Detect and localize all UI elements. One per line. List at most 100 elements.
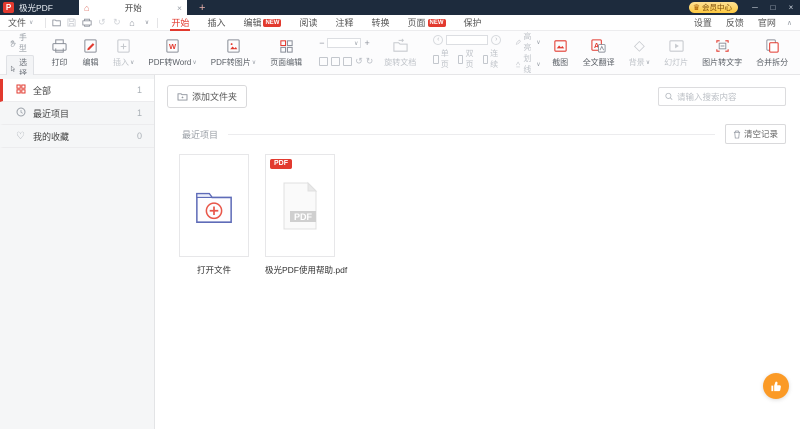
redo-icon[interactable]: ↻ bbox=[110, 17, 123, 28]
screenshot-button[interactable]: 截图 bbox=[545, 31, 576, 74]
pdf-badge: PDF bbox=[270, 159, 292, 169]
fit-width-button[interactable] bbox=[343, 56, 353, 66]
double-page-button[interactable]: 双页 bbox=[457, 48, 477, 70]
sidebar-item-recent[interactable]: 最近项目 1 bbox=[0, 102, 154, 125]
section-title: 最近项目 bbox=[182, 129, 219, 140]
new-badge: NEW bbox=[263, 18, 282, 27]
chevron-down-icon: ∨ bbox=[536, 39, 541, 46]
document-tab[interactable]: ⌂ 开始 × bbox=[79, 0, 188, 15]
hand-tool-button[interactable]: 手型 bbox=[6, 31, 34, 55]
rotate-left-button[interactable]: ↺ bbox=[355, 56, 363, 67]
feedback-link[interactable]: 反馈 bbox=[719, 16, 751, 29]
open-file-card[interactable]: 打开文件 bbox=[179, 154, 249, 276]
single-page-button[interactable]: 单页 bbox=[433, 48, 452, 70]
underline-button[interactable]: 划线 ∨ bbox=[515, 53, 541, 75]
tab-label: 页面 bbox=[407, 18, 426, 28]
crown-icon: ♛ bbox=[692, 3, 700, 12]
tab-annotate[interactable]: 注释 bbox=[326, 15, 362, 31]
highlight-button[interactable]: 高亮 ∨ bbox=[515, 31, 541, 53]
home-page-icon[interactable]: ⌂ bbox=[125, 18, 138, 28]
content-area: 全部 1 最近项目 1 ♡ 我的收藏 0 添加文件夹 请输入搜索内容 最近项目 … bbox=[0, 75, 800, 429]
ribbon-toolbar: 手型 选择 打印 编辑 插入 ∨ W PDF转Word ∨ PDF转图片 ∨ 页面编辑… bbox=[0, 31, 800, 81]
pdf-to-image-button[interactable]: PDF转图片 ∨ bbox=[204, 31, 263, 74]
pdf-to-image-label: PDF转图片 bbox=[210, 57, 251, 67]
undo-icon[interactable]: ↺ bbox=[95, 17, 108, 28]
main-panel: 添加文件夹 最近项目 清空记录 bbox=[155, 75, 800, 429]
next-page-button[interactable]: › bbox=[491, 34, 502, 45]
diamond-icon: ◇ bbox=[634, 37, 645, 53]
chevron-down-icon: ∨ bbox=[354, 40, 359, 47]
fit-page-button[interactable] bbox=[331, 56, 341, 66]
new-tab-button[interactable]: + bbox=[199, 2, 205, 14]
tab-page[interactable]: 页面 NEW bbox=[399, 15, 455, 31]
rotate-right-button[interactable]: ↻ bbox=[366, 56, 374, 67]
tab-insert[interactable]: 插入 bbox=[198, 15, 234, 31]
collapse-ribbon-icon[interactable]: ∧ bbox=[783, 19, 800, 27]
clear-records-label: 清空记录 bbox=[743, 129, 778, 139]
chevron-down-icon: ∨ bbox=[130, 59, 135, 66]
add-folder-button[interactable]: 添加文件夹 bbox=[167, 85, 248, 108]
minimize-button[interactable]: ─ bbox=[746, 3, 764, 12]
save-icon[interactable] bbox=[65, 17, 78, 28]
open-file-icon[interactable] bbox=[50, 18, 63, 28]
tab-edit[interactable]: 编辑 NEW bbox=[234, 15, 290, 31]
actual-size-button[interactable] bbox=[319, 56, 329, 66]
zoom-out-button[interactable]: − bbox=[319, 38, 324, 48]
underline-icon bbox=[516, 61, 521, 67]
previous-page-button[interactable]: ‹ bbox=[433, 34, 444, 45]
recent-file-card[interactable]: PDF PDF 极光PDF使用帮助.pdf bbox=[265, 154, 347, 276]
page-edit-label: 页面编辑 bbox=[270, 57, 303, 67]
edit-button[interactable]: 编辑 bbox=[75, 31, 106, 74]
page-number-input[interactable] bbox=[446, 34, 489, 45]
search-input[interactable] bbox=[677, 91, 779, 102]
settings-link[interactable]: 设置 bbox=[687, 16, 719, 29]
continuous-button[interactable]: 连续 bbox=[482, 48, 502, 70]
insert-button[interactable]: 插入 ∨ bbox=[106, 31, 141, 74]
pdf-to-word-button[interactable]: W PDF转Word ∨ bbox=[141, 31, 203, 74]
search-box[interactable] bbox=[658, 87, 786, 106]
single-page-label: 单页 bbox=[440, 49, 449, 70]
tab-convert[interactable]: 转换 bbox=[363, 15, 399, 31]
file-menu-label: 文件 bbox=[8, 18, 27, 28]
sidebar: 全部 1 最近项目 1 ♡ 我的收藏 0 bbox=[0, 75, 155, 429]
maximize-button[interactable]: □ bbox=[764, 3, 782, 12]
ribbon-tabs: 开始 插入 编辑 NEW 阅读 注释 转换 页面 NEW 保护 bbox=[162, 15, 490, 31]
print-icon[interactable] bbox=[80, 18, 93, 28]
tab-protect[interactable]: 保护 bbox=[455, 15, 491, 31]
folder-plus-icon bbox=[177, 93, 188, 101]
page-nav-group: ‹ › 单页 双页 连续 bbox=[429, 31, 505, 74]
tab-read[interactable]: 阅读 bbox=[290, 15, 326, 31]
website-link[interactable]: 官网 bbox=[751, 16, 783, 29]
sidebar-item-favorites[interactable]: ♡ 我的收藏 0 bbox=[0, 125, 154, 148]
translate-button[interactable]: A 全文翻译 bbox=[576, 31, 622, 74]
background-label: 背景 bbox=[628, 58, 645, 67]
clear-records-button[interactable]: 清空记录 bbox=[724, 124, 786, 144]
sidebar-item-count: 0 bbox=[136, 131, 142, 141]
menubar: 文件 ∨ ↺ ↻ ⌂ ∨ 开始 插入 编辑 NEW 阅读 注释 转换 页面 NE… bbox=[0, 15, 800, 31]
merge-split-button[interactable]: 合并拆分 bbox=[749, 31, 795, 74]
rotate-document-button[interactable]: 旋转文档 bbox=[377, 31, 423, 74]
pdf-file-icon: PDF bbox=[283, 181, 318, 229]
zoom-level-select[interactable]: ∨ bbox=[327, 38, 362, 49]
file-menu[interactable]: 文件 ∨ bbox=[0, 16, 41, 29]
zoom-in-button[interactable]: + bbox=[364, 38, 369, 48]
card-label: 打开文件 bbox=[196, 265, 231, 275]
watermark-button[interactable]: % 水印∨ bbox=[795, 31, 800, 74]
insert-label: 插入 bbox=[113, 57, 129, 67]
single-page-icon bbox=[433, 54, 439, 64]
feedback-fab-button[interactable] bbox=[763, 373, 789, 399]
chevron-down-icon: ∨ bbox=[645, 60, 651, 66]
tab-close-icon[interactable]: × bbox=[177, 3, 182, 13]
pdf-to-word-label: PDF转Word bbox=[148, 57, 192, 67]
page-edit-button[interactable]: 页面编辑 bbox=[263, 31, 309, 74]
close-button[interactable]: × bbox=[782, 3, 800, 12]
sidebar-item-count: 1 bbox=[136, 108, 142, 118]
print-button[interactable]: 打印 bbox=[44, 31, 75, 74]
customize-dropdown-icon[interactable]: ∨ bbox=[140, 19, 153, 26]
image-to-text-button[interactable]: 图片转文字 bbox=[695, 31, 749, 74]
background-button[interactable]: ◇ 背景 ∨ bbox=[622, 31, 657, 74]
slideshow-button[interactable]: 幻灯片 bbox=[657, 31, 695, 74]
member-center-badge[interactable]: ♛ 会员中心 bbox=[688, 2, 738, 13]
tab-home[interactable]: 开始 bbox=[162, 15, 198, 31]
sidebar-item-all[interactable]: 全部 1 bbox=[0, 79, 154, 102]
